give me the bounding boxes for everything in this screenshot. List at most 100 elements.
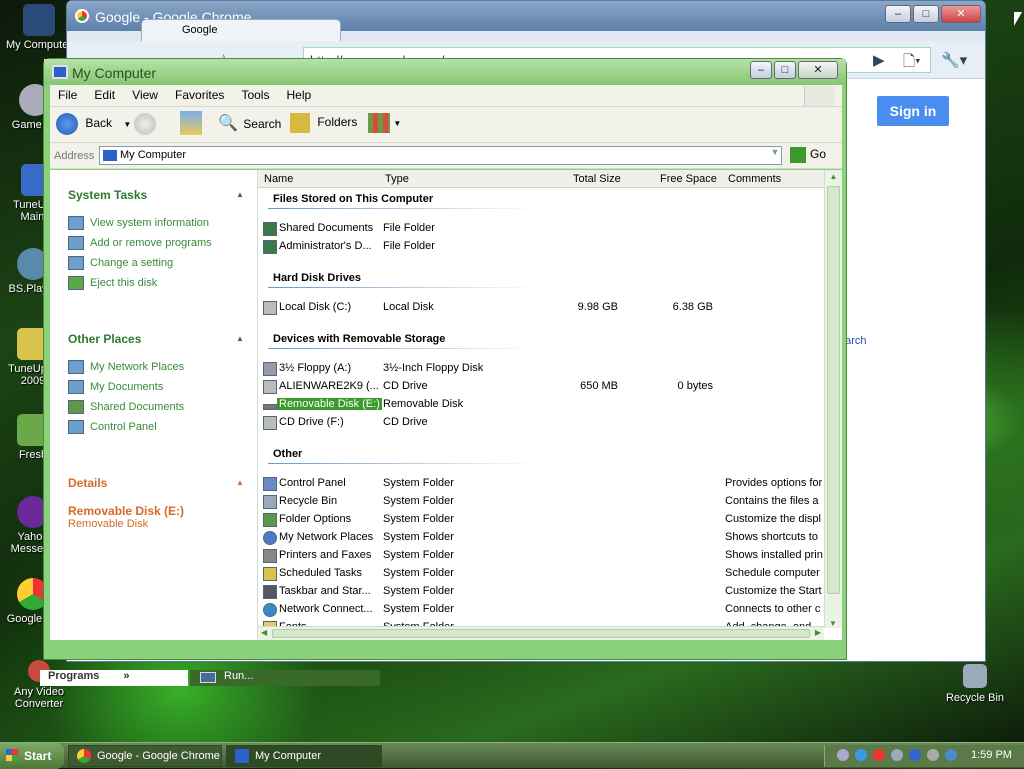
list-item-selected[interactable]: Removable Disk (E:) Removable Disk <box>258 396 824 414</box>
explorer-title-bar[interactable]: My Computer <box>44 59 846 85</box>
collapse-arrow-icon[interactable]: ▲ <box>236 190 244 199</box>
back-button[interactable]: Back ▼ <box>56 113 131 135</box>
up-folder-button[interactable] <box>180 111 202 138</box>
scroll-right-arrow-icon[interactable]: ▶ <box>815 628 821 637</box>
column-header: Name Type Total Size Free Space Comments <box>258 170 824 188</box>
column-total-size[interactable]: Total Size <box>573 173 621 185</box>
list-item[interactable]: Recycle Bin System Folder Contains the fil… <box>258 493 824 511</box>
list-item[interactable]: Administrator's D... File Folder <box>258 238 824 256</box>
task-add-remove-programs[interactable]: Add or remove programs <box>68 236 212 250</box>
menu-help[interactable]: Help <box>279 85 318 102</box>
scroll-thumb[interactable] <box>272 629 810 638</box>
task-view-system-information[interactable]: View system information <box>68 216 209 230</box>
tray-app-icon[interactable] <box>945 749 957 761</box>
taskbar-icon <box>263 585 277 599</box>
list-item[interactable]: My Network Places System Folder Shows shor… <box>258 529 824 547</box>
tray-security-icon[interactable] <box>927 749 939 761</box>
tray-network-icon[interactable] <box>891 749 903 761</box>
list-item[interactable]: Taskbar and Star... System Folder Customiz… <box>258 583 824 601</box>
place-my-documents[interactable]: My Documents <box>68 380 163 394</box>
column-free-space[interactable]: Free Space <box>660 173 717 185</box>
place-control-panel[interactable]: Control Panel <box>68 420 157 434</box>
collapse-arrow-icon[interactable]: ▲ <box>236 334 244 343</box>
column-type[interactable]: Type <box>385 173 409 185</box>
page-menu-icon[interactable]: 🗋▾ <box>903 51 921 76</box>
control-panel-icon <box>68 420 84 434</box>
list-item[interactable]: Printers and Faxes System Folder Shows ins… <box>258 547 824 565</box>
folders-button[interactable]: Folders <box>290 113 357 133</box>
views-button[interactable]: ▼ <box>368 113 401 133</box>
scroll-thumb[interactable] <box>827 186 840 594</box>
task-change-setting[interactable]: Change a setting <box>68 256 173 270</box>
desktop-icon-recycle-bin[interactable]: Recycle Bin <box>936 664 1014 704</box>
desktop-icon-label: Any Video Converter <box>14 686 64 710</box>
list-item[interactable]: Local Disk (C:) Local Disk 9.98 GB 6.38 GB <box>258 299 824 317</box>
tray-app-icon[interactable] <box>837 749 849 761</box>
go-arrow-icon[interactable]: ▶ <box>873 51 885 69</box>
explorer-minimize-button[interactable]: – <box>750 61 772 79</box>
list-item[interactable]: Folder Options System Folder Customize the… <box>258 511 824 529</box>
run-item[interactable]: Run... <box>190 670 380 686</box>
explorer-close-button[interactable]: ✕ <box>798 61 838 79</box>
sign-in-button[interactable]: Sign in <box>877 96 949 126</box>
go-button[interactable]: Go <box>790 147 826 163</box>
column-name[interactable]: Name <box>264 173 293 185</box>
menu-view[interactable]: View <box>124 85 164 102</box>
menu-tools[interactable]: Tools <box>233 85 275 102</box>
views-icon <box>368 113 390 133</box>
menu-edit[interactable]: Edit <box>86 85 121 102</box>
start-menu-strip: Programs » Run... <box>40 670 380 686</box>
folder-icon <box>68 400 84 414</box>
item-name: My Network Places <box>279 531 374 543</box>
address-field[interactable]: My Computer <box>99 146 782 165</box>
tray-app-icon[interactable] <box>855 749 867 761</box>
details-heading[interactable]: Details <box>68 476 107 490</box>
horizontal-scrollbar[interactable]: ◀ ▶ <box>258 626 824 640</box>
list-item[interactable]: 3½ Floppy (A:) 3½-Inch Floppy Disk <box>258 360 824 378</box>
tray-download-icon[interactable] <box>909 749 921 761</box>
list-item[interactable]: ALIENWARE2K9 (... CD Drive 650 MB 0 bytes <box>258 378 824 396</box>
forward-button[interactable] <box>134 113 156 135</box>
system-tasks-heading[interactable]: System Tasks <box>68 188 147 202</box>
chrome-tab-google[interactable]: Google <box>141 19 341 41</box>
vertical-scrollbar[interactable]: ▲ ▼ <box>824 170 842 628</box>
list-item[interactable]: Scheduled Tasks System Folder Schedule com… <box>258 565 824 583</box>
control-panel-icon <box>68 256 84 270</box>
tray-close-icon[interactable] <box>873 749 885 761</box>
desktop-icon-label: Recycle Bin <box>945 692 1005 704</box>
all-programs-item[interactable]: Programs » <box>40 670 188 686</box>
start-button[interactable]: Start <box>0 743 64 769</box>
list-item[interactable]: CD Drive (F:) CD Drive <box>258 414 824 432</box>
menu-favorites[interactable]: Favorites <box>167 85 230 102</box>
list-item[interactable]: Control Panel System Folder Provides optio… <box>258 475 824 493</box>
place-my-network-places[interactable]: My Network Places <box>68 360 184 374</box>
address-dropdown-icon[interactable]: ▼ <box>769 147 781 163</box>
item-type: File Folder <box>383 240 435 252</box>
scroll-up-arrow-icon[interactable]: ▲ <box>825 170 842 181</box>
chrome-maximize-button[interactable]: □ <box>913 5 939 23</box>
list-item[interactable]: Shared Documents File Folder <box>258 220 824 238</box>
chrome-close-button[interactable]: ✕ <box>941 5 981 23</box>
clock[interactable]: 1:59 PM <box>971 749 1012 761</box>
scroll-left-arrow-icon[interactable]: ◀ <box>261 628 267 637</box>
collapse-arrow-icon[interactable]: ▲ <box>236 478 244 487</box>
scroll-down-arrow-icon[interactable]: ▼ <box>825 619 841 628</box>
chrome-minimize-button[interactable]: – <box>885 5 911 23</box>
item-comment: Schedule computer <box>725 567 820 579</box>
item-comment: Shows installed prin <box>725 549 823 561</box>
taskbar-item-my-computer[interactable]: My Computer <box>226 745 382 767</box>
menu-file[interactable]: File <box>50 85 83 102</box>
task-label: Eject this disk <box>90 276 158 289</box>
other-places-heading[interactable]: Other Places <box>68 332 141 346</box>
list-item[interactable]: Network Connect... System Folder Connects … <box>258 601 824 619</box>
back-dropdown-icon[interactable]: ▼ <box>123 120 131 129</box>
wrench-icon[interactable]: 🔧▾ <box>941 51 967 69</box>
column-comments[interactable]: Comments <box>728 173 781 185</box>
item-name: Folder Options <box>279 513 352 525</box>
item-type: File Folder <box>383 222 435 234</box>
explorer-maximize-button[interactable]: □ <box>774 61 796 79</box>
place-shared-documents[interactable]: Shared Documents <box>68 400 184 414</box>
taskbar-item-chrome[interactable]: Google - Google Chrome <box>68 745 222 767</box>
task-eject-disk[interactable]: Eject this disk <box>68 276 157 290</box>
search-button[interactable]: 🔍 Search <box>218 113 281 133</box>
